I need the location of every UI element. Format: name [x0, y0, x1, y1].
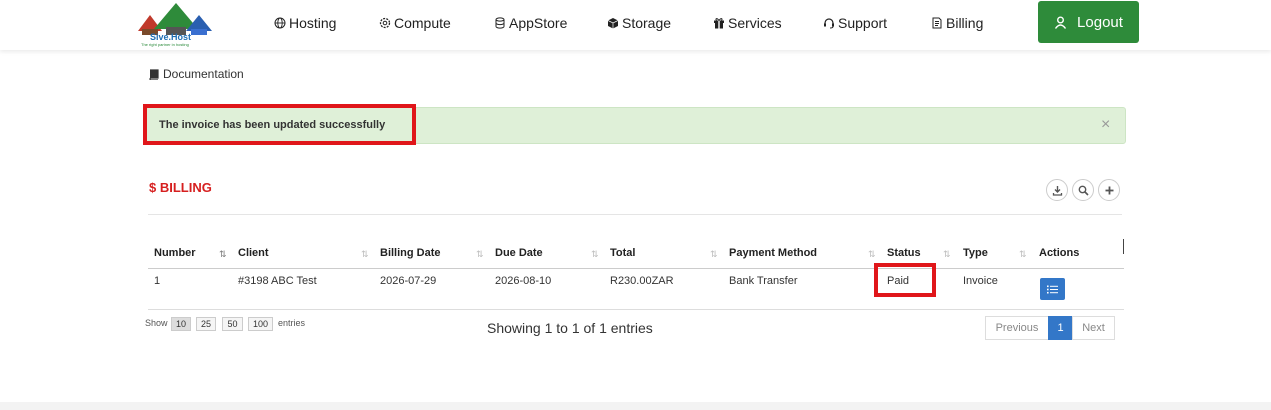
nav-billing[interactable]: Billing — [931, 13, 983, 33]
header-payment-method[interactable]: Payment Method — [729, 247, 817, 259]
nav-services-label: Services — [728, 15, 782, 31]
view-invoice-button[interactable] — [1040, 278, 1065, 300]
search-icon — [1078, 185, 1089, 196]
column-resize-handle — [1123, 239, 1124, 254]
nav-billing-label: Billing — [946, 15, 984, 31]
documentation-label: Documentation — [163, 67, 244, 81]
plus-icon — [1105, 186, 1113, 194]
cell-payment-method: Bank Transfer — [729, 275, 798, 287]
pagination-page-1[interactable]: 1 — [1048, 316, 1073, 340]
length-option-50[interactable]: 50 — [222, 317, 243, 331]
cell-number: 1 — [154, 275, 161, 287]
header-client[interactable]: Client — [238, 247, 269, 259]
export-button[interactable] — [1046, 179, 1068, 201]
length-option-100[interactable]: 100 — [248, 317, 273, 331]
brand-tagline: The right partner in hosting — [141, 42, 189, 47]
nav-storage-label: Storage — [622, 15, 672, 31]
nav-support[interactable]: Support — [823, 13, 887, 33]
sort-icon[interactable]: ⇅ — [710, 249, 718, 260]
cell-type: Invoice — [963, 275, 998, 287]
download-icon — [1052, 185, 1062, 196]
logout-button[interactable]: Logout — [1038, 1, 1139, 43]
add-button[interactable] — [1098, 179, 1120, 201]
nav-compute[interactable]: Compute — [379, 13, 451, 33]
search-button[interactable] — [1072, 179, 1094, 201]
cell-billing-date: 2026-07-29 — [380, 275, 437, 287]
cube-icon — [607, 18, 619, 29]
cell-client: #3198 ABC Test — [238, 275, 317, 287]
footer-strip — [0, 402, 1271, 410]
sort-icon[interactable]: ⇅ — [868, 249, 876, 260]
nav-appstore[interactable]: AppStore — [494, 13, 567, 33]
section-divider — [148, 214, 1122, 215]
gift-icon — [714, 18, 724, 29]
invoice-icon — [932, 17, 942, 29]
cell-due-date: 2026-08-10 — [495, 275, 552, 287]
nav-support-label: Support — [838, 15, 888, 31]
book-icon — [149, 68, 159, 80]
nav-storage[interactable]: Storage — [607, 13, 671, 33]
billing-title: $ BILLING — [149, 180, 212, 195]
gear-icon — [379, 17, 391, 29]
alert-close-button[interactable]: × — [1101, 116, 1110, 134]
sort-icon[interactable]: ⇅ — [943, 249, 951, 260]
globe-icon — [274, 17, 286, 29]
pagination-next[interactable]: Next — [1072, 316, 1115, 340]
nav-hosting[interactable]: Hosting — [274, 13, 336, 33]
top-navbar: Sive.Host The right partner in hosting H… — [0, 0, 1271, 50]
length-option-25[interactable]: 25 — [196, 317, 216, 331]
documentation-link[interactable]: Documentation — [148, 67, 244, 81]
list-icon — [1047, 285, 1058, 293]
sort-icon[interactable]: ⇅ — [1019, 249, 1027, 260]
header-status[interactable]: Status — [887, 247, 921, 259]
header-actions: Actions — [1039, 247, 1080, 259]
status-highlight-box — [874, 263, 936, 297]
cell-total: R230.00ZAR — [610, 275, 674, 287]
nav-compute-label: Compute — [394, 15, 451, 31]
header-billing-date[interactable]: Billing Date — [380, 247, 441, 259]
table-bottom-border — [148, 309, 1124, 310]
header-type[interactable]: Type — [963, 247, 988, 259]
user-icon — [1054, 16, 1067, 29]
length-option-10[interactable]: 10 — [171, 317, 191, 331]
sort-icon[interactable]: ⇅ — [591, 249, 599, 260]
sort-desc-icon[interactable]: ⇅ — [219, 249, 227, 260]
table-info: Showing 1 to 1 of 1 entries — [487, 320, 653, 336]
nav-appstore-label: AppStore — [509, 15, 568, 31]
header-total[interactable]: Total — [610, 247, 635, 259]
alert-highlight-box — [143, 104, 416, 145]
headset-icon — [824, 18, 834, 29]
header-bottom-border — [148, 268, 1124, 269]
nav-services[interactable]: Services — [713, 13, 782, 33]
sort-icon[interactable]: ⇅ — [476, 249, 484, 260]
length-entries-label: entries — [278, 318, 306, 328]
database-icon — [495, 17, 505, 29]
brand-name: Sive.Host — [150, 32, 192, 42]
length-show-label: Show — [145, 318, 168, 328]
header-due-date[interactable]: Due Date — [495, 247, 543, 259]
header-number[interactable]: Number — [154, 247, 196, 259]
logout-label: Logout — [1077, 13, 1123, 31]
nav-hosting-label: Hosting — [289, 15, 337, 31]
sort-icon[interactable]: ⇅ — [361, 249, 369, 260]
pagination-previous[interactable]: Previous — [985, 316, 1049, 340]
